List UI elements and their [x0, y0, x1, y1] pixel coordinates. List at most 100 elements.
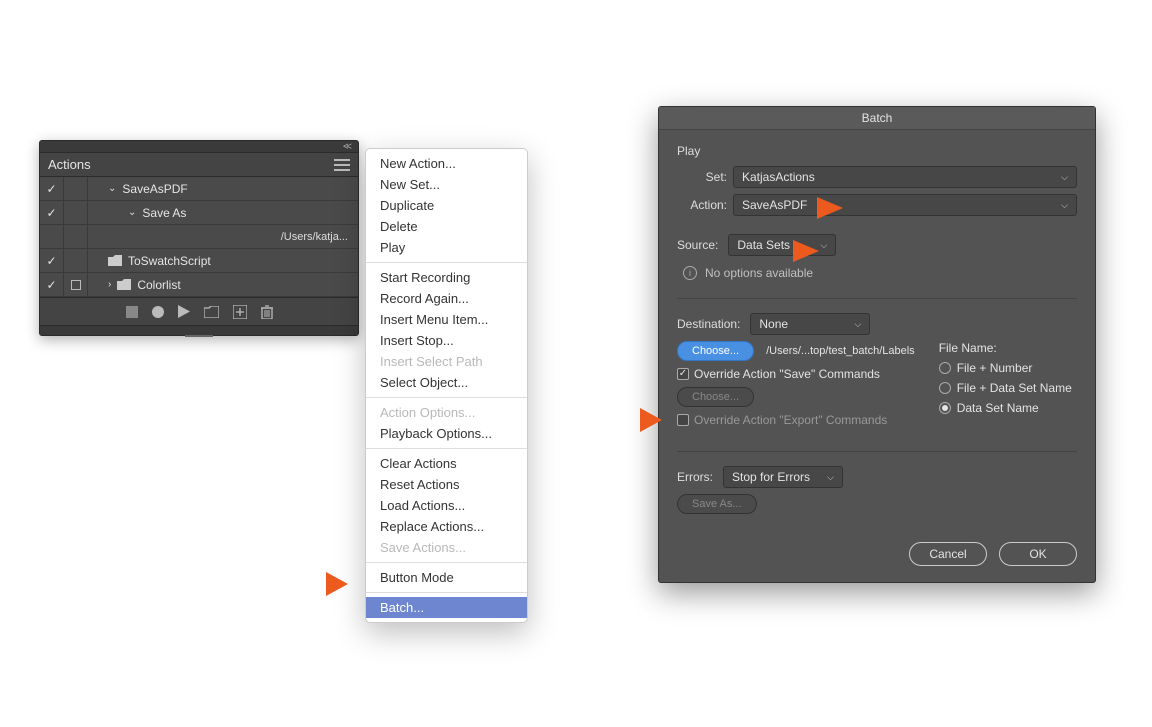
new-action-icon[interactable]: [233, 305, 247, 319]
checkbox-icon[interactable]: [677, 368, 689, 380]
filename-option[interactable]: File + Data Set Name: [939, 381, 1077, 395]
play-icon[interactable]: [178, 305, 190, 318]
action-row[interactable]: ✓ ToSwatchScript: [40, 249, 358, 273]
action-row[interactable]: /Users/katja...: [40, 225, 358, 249]
action-path: /Users/katja...: [88, 225, 358, 248]
override-save-row[interactable]: Override Action "Save" Commands: [677, 367, 915, 381]
menu-separator: [366, 262, 527, 263]
menu-batch[interactable]: Batch...: [366, 597, 527, 618]
actions-panel: ≪ Actions ✓ ⌄ SaveAsPDF ✓ ⌄ Save As: [39, 140, 359, 336]
chevron-down-icon[interactable]: ⌄: [108, 183, 116, 194]
menu-record-again[interactable]: Record Again...: [366, 288, 527, 309]
no-options-text: No options available: [705, 266, 813, 280]
menu-button-mode[interactable]: Button Mode: [366, 567, 527, 588]
callout-arrow-icon: [640, 408, 662, 432]
divider: [677, 298, 1077, 299]
minor-cell[interactable]: [64, 249, 88, 272]
folder-icon: [117, 279, 131, 290]
toggle-cell[interactable]: ✓: [40, 201, 64, 224]
errors-value: Stop for Errors: [732, 470, 810, 484]
callout-arrow-icon: [817, 197, 843, 219]
menu-replace-actions[interactable]: Replace Actions...: [366, 516, 527, 537]
override-export-label: Override Action "Export" Commands: [694, 413, 887, 427]
set-select[interactable]: KatjasActions ⌵: [733, 166, 1077, 188]
action-name: SaveAsPDF: [122, 182, 187, 196]
minor-cell[interactable]: [64, 225, 88, 248]
chevron-down-icon[interactable]: ⌄: [128, 207, 136, 218]
menu-save-actions: Save Actions...: [366, 537, 527, 558]
panel-flyout-menu-icon[interactable]: [334, 159, 350, 171]
menu-new-action[interactable]: New Action...: [366, 153, 527, 174]
toggle-cell[interactable]: ✓: [40, 177, 64, 200]
action-row[interactable]: ✓ ⌄ SaveAsPDF: [40, 177, 358, 201]
filename-option-label: Data Set Name: [957, 401, 1039, 415]
radio-icon[interactable]: [939, 362, 951, 374]
stop-icon[interactable]: [126, 306, 138, 318]
cancel-button[interactable]: Cancel: [909, 542, 987, 566]
no-options: i No options available: [677, 266, 1077, 280]
actions-toolbar: [40, 297, 358, 325]
toggle-cell[interactable]: [40, 225, 64, 248]
filename-option[interactable]: Data Set Name: [939, 401, 1077, 415]
folder-icon: [108, 255, 122, 266]
minor-cell[interactable]: [64, 177, 88, 200]
filename-option-label: File + Data Set Name: [957, 381, 1072, 395]
chevron-down-icon: ⌵: [827, 472, 834, 483]
callout-arrow-icon: [326, 572, 348, 596]
menu-load-actions[interactable]: Load Actions...: [366, 495, 527, 516]
play-section: Play Set: KatjasActions ⌵ Action: SaveAs…: [677, 144, 1077, 216]
menu-clear-actions[interactable]: Clear Actions: [366, 453, 527, 474]
panel-resize-handle[interactable]: [40, 325, 358, 335]
record-icon[interactable]: [152, 306, 164, 318]
batch-dialog: Batch Play Set: KatjasActions ⌵ Action: …: [658, 106, 1096, 583]
menu-new-set[interactable]: New Set...: [366, 174, 527, 195]
radio-icon[interactable]: [939, 402, 951, 414]
menu-duplicate[interactable]: Duplicate: [366, 195, 527, 216]
new-set-icon[interactable]: [204, 306, 219, 318]
menu-insert-menu-item[interactable]: Insert Menu Item...: [366, 309, 527, 330]
stop-marker-icon: [71, 280, 81, 290]
menu-insert-stop[interactable]: Insert Stop...: [366, 330, 527, 351]
menu-select-object[interactable]: Select Object...: [366, 372, 527, 393]
override-export-row[interactable]: Override Action "Export" Commands: [677, 413, 915, 427]
chevron-down-icon: ⌵: [1061, 172, 1068, 183]
menu-start-recording[interactable]: Start Recording: [366, 267, 527, 288]
filename-label: File Name:: [939, 341, 1077, 355]
save-as-button: Save As...: [677, 494, 757, 514]
checkbox-icon[interactable]: [677, 414, 689, 426]
menu-play[interactable]: Play: [366, 237, 527, 258]
action-select[interactable]: SaveAsPDF ⌵: [733, 194, 1077, 216]
toggle-cell[interactable]: ✓: [40, 249, 64, 272]
errors-select[interactable]: Stop for Errors ⌵: [723, 466, 843, 488]
chevron-right-icon[interactable]: ›: [108, 279, 111, 290]
toggle-cell[interactable]: ✓: [40, 273, 64, 296]
menu-insert-select-path: Insert Select Path: [366, 351, 527, 372]
ok-button[interactable]: OK: [999, 542, 1077, 566]
trash-icon[interactable]: [261, 305, 273, 319]
check-icon: ✓: [46, 182, 56, 196]
destination-section: Destination: None ⌵ Choose... /Users/...…: [677, 313, 1077, 433]
menu-delete[interactable]: Delete: [366, 216, 527, 237]
errors-label: Errors:: [677, 470, 713, 484]
menu-playback-options[interactable]: Playback Options...: [366, 423, 527, 444]
panel-collapse-bar[interactable]: ≪: [40, 141, 358, 153]
chevron-down-icon: ⌵: [855, 319, 862, 330]
destination-value: None: [759, 317, 788, 331]
destination-select[interactable]: None ⌵: [750, 313, 870, 335]
minor-cell[interactable]: [64, 273, 88, 296]
check-icon: ✓: [46, 254, 56, 268]
filename-option[interactable]: File + Number: [939, 361, 1077, 375]
source-label: Source:: [677, 238, 718, 252]
radio-icon[interactable]: [939, 382, 951, 394]
minor-cell[interactable]: [64, 201, 88, 224]
action-row[interactable]: ✓ ⌄ Save As: [40, 201, 358, 225]
source-select[interactable]: Data Sets ⌵: [728, 234, 836, 256]
action-name: ToSwatchScript: [128, 254, 211, 268]
action-name: Colorlist: [137, 278, 180, 292]
set-value: KatjasActions: [742, 170, 815, 184]
source-value: Data Sets: [737, 238, 790, 252]
action-label: ⌄ SaveAsPDF: [88, 177, 358, 200]
menu-reset-actions[interactable]: Reset Actions: [366, 474, 527, 495]
action-row[interactable]: ✓ › Colorlist: [40, 273, 358, 297]
choose-button[interactable]: Choose...: [677, 341, 754, 361]
